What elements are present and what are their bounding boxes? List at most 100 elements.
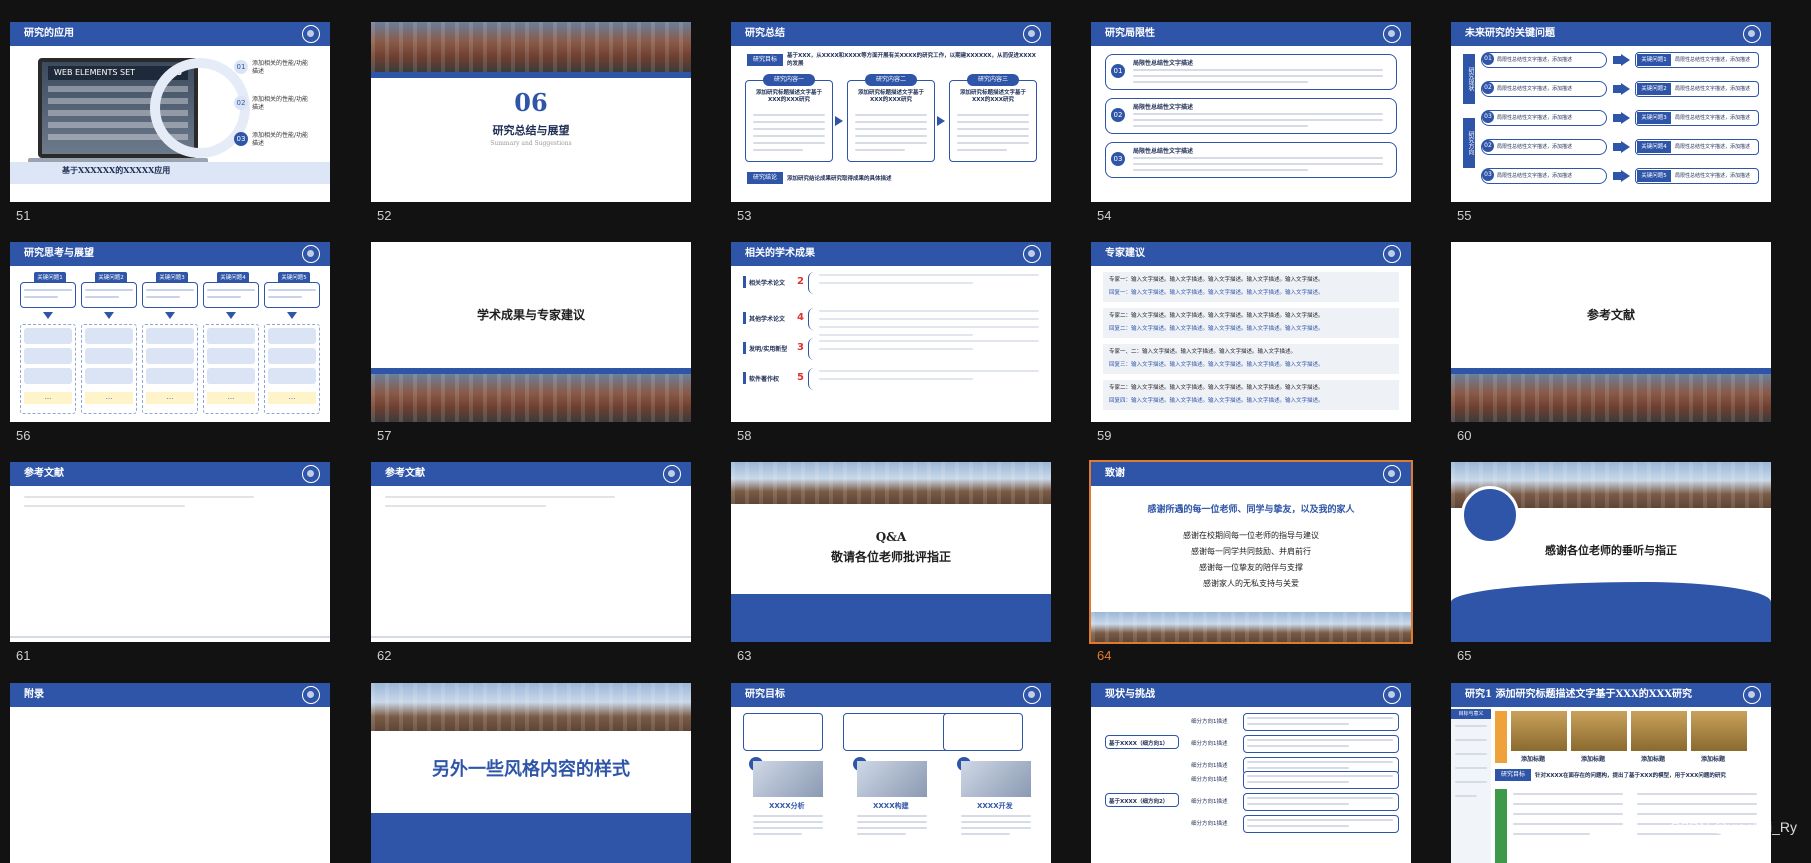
slide-title: 附录 (24, 689, 44, 700)
slide-thumbnail[interactable]: 研究思考与展望 关键问题1... 关键问题2... 关键问题3... 关键问题4... 关… (10, 242, 330, 443)
slide-thumbnail[interactable]: 感谢各位老师的垂听与指正 65 (1451, 462, 1771, 663)
slide-canvas: 专家建议 专家一：输入文字描述。输入文字描述。输入文字描述。输入文字描述。输入文字… (1091, 242, 1411, 422)
placeholder-text-line (1247, 825, 1350, 827)
slide-thumbnail[interactable]: 研究的应用 WEB ELEMENTS SET 16 基于XXXXXX的XXXXX应用 0… (10, 22, 330, 223)
side-nav-active[interactable]: 目标与意义 (1451, 709, 1491, 719)
placeholder-text-line (1513, 823, 1623, 825)
placeholder-text-line (1247, 761, 1393, 763)
slide-title: 研究的应用 (24, 28, 74, 39)
slide-thumbnail[interactable]: Q&A 敬请各位老师批评指正 63 (731, 462, 1051, 663)
slide-thumbnail[interactable]: 参考文献 61 (10, 462, 330, 663)
slide-text: 其他学术论文 (749, 316, 786, 323)
solution-item (85, 328, 133, 344)
slide-thumbnail[interactable]: 参考文献 60 (1451, 242, 1771, 443)
slide-text: 局限性总结性文字描述，添加描述 (1497, 144, 1573, 150)
slide-title-bar: 研究的应用 (10, 22, 330, 46)
slide-title-bar: 参考文献 (10, 462, 330, 486)
placeholder-text-line (146, 296, 180, 298)
solution-item (146, 328, 194, 344)
slide-thumbnail[interactable]: 参考文献 62 (371, 462, 691, 663)
goal-desc-card (743, 713, 823, 751)
slide-thumbnail[interactable]: 相关的学术成果 相关学术论文 2 其他学术论文 4 发明/实用新型 3 软件著作权 5 58 (731, 242, 1051, 443)
arrow-down-icon (104, 312, 114, 319)
slide-text: 添加相关的性能/功能描述 (252, 96, 309, 111)
slide-text: 专家一、二：输入文字描述。输入文字描述。输入文字描述。输入文字描述。 (1109, 349, 1297, 355)
solution-item (207, 368, 255, 384)
slide-canvas: 附录 (10, 683, 330, 863)
slide-canvas: 参考文献 (1451, 242, 1771, 422)
category-count: 3 (797, 342, 804, 353)
university-logo-icon (1743, 686, 1761, 704)
slide-thumbnail[interactable]: 致谢 感谢所遇的每一位老师、同学与挚友，以及我的家人 感谢在校期间每一位老师的指导与… (1089, 460, 1413, 663)
key-question-label: 关键问题2 (1637, 83, 1671, 95)
slide-text: 专家二：输入文字描述。输入文字描述。输入文字描述。输入文字描述。输入文字描述。 (1109, 385, 1324, 391)
placeholder-text-line (85, 289, 133, 291)
slide-text: 感谢在校期间每一位老师的指导与建议 (1183, 531, 1319, 540)
university-logo-icon (1383, 686, 1401, 704)
leaf-card (1243, 713, 1399, 731)
placeholder-text-line (1455, 725, 1487, 727)
slide-text: 局限性总结性文字描述，添加描述 (1497, 115, 1573, 121)
arrow-head (1621, 170, 1630, 182)
row-number: 03 (1482, 111, 1494, 123)
university-logo-icon (302, 465, 320, 483)
slide-thumbnail[interactable]: 另外一些风格内容的样式 (371, 683, 691, 863)
slide-thumbnail[interactable]: 06 研究总结与展望 Summary and Suggestions 52 (371, 22, 691, 223)
slide-thumbnail[interactable]: 未来研究的关键问题 研究现状 研究方向 01 局限性总结性文字描述，添加描述 关键问题1 局… (1451, 22, 1771, 223)
slide-title: 研究1 添加研究标题描述文字基于XXX的XXX研究 (1465, 689, 1692, 700)
slide-thumbnail[interactable]: 专家建议 专家一：输入文字描述。输入文字描述。输入文字描述。输入文字描述。输入文字… (1091, 242, 1411, 443)
slide-title-bar: 相关的学术成果 (731, 242, 1051, 266)
placeholder-text-line (1133, 163, 1383, 165)
brace (808, 272, 815, 294)
slide-thumbnail[interactable]: 研究局限性 01 局限性总结性文字描述 02 局限性总结性文字描述 03 局限性总结性文字描… (1091, 22, 1411, 223)
placeholder-text-line (1133, 81, 1308, 83)
placeholder-text-line (24, 289, 72, 291)
placeholder-text-line (1513, 833, 1590, 835)
placeholder-text-line (1637, 803, 1757, 805)
category-marker (743, 342, 746, 354)
slide-thumbnail[interactable]: 附录 (10, 683, 330, 863)
footer-line (10, 636, 330, 638)
slide-thumbnail[interactable]: 学术成果与专家建议 57 (371, 242, 691, 443)
leaf-card (1243, 771, 1399, 789)
slide-thumbnail[interactable]: 研究目标1XXXX分析2XXXX构建3XXXX开发 (731, 683, 1051, 863)
wheat-photo (1511, 711, 1567, 751)
slide-text: 软件著作权 (749, 376, 780, 383)
point-number: 02 (234, 96, 248, 110)
placeholder-text-line (819, 378, 973, 380)
slide-text: XXXX分析 (769, 802, 805, 810)
placeholder-text-line (961, 833, 1010, 835)
slide-thumbnail[interactable]: 现状与挑战 基于XXXX（细方向1） 细分方向1描述 细分方向1描述 细分方向1描述 基于… (1091, 683, 1411, 863)
blue-wave-footer (1451, 582, 1771, 642)
slide-thumbnail[interactable]: 研究1 添加研究标题描述文字基于XXX的XXX研究 目标与意义 添加标题 添加标题 添加… (1451, 683, 1771, 863)
solution-item (146, 348, 194, 364)
slide-text: 局限性总结性文字描述，添加描述 (1675, 86, 1751, 92)
slide-title: 研究目标 (745, 689, 785, 700)
placeholder-text-line (1247, 803, 1350, 805)
slide-text: 基于XXXX（细方向1） (1109, 741, 1169, 747)
leaf-card (1243, 793, 1399, 811)
key-question-label: 关键问题4 (1637, 141, 1671, 153)
footer-line (371, 636, 691, 638)
placeholder-text-line (753, 833, 802, 835)
placeholder-text-line (1247, 717, 1393, 719)
placeholder-text-line (753, 827, 823, 829)
conclusion-label: 研究结论 (747, 172, 783, 184)
arrow-head (1621, 83, 1630, 95)
category-marker (743, 372, 746, 384)
solution-item (146, 368, 194, 384)
slide-title: 参考文献 (24, 468, 64, 479)
slide-text: 局限性总结性文字描述，添加描述 (1497, 57, 1573, 63)
placeholder-text-line (819, 370, 1039, 372)
question-desc-card (81, 282, 137, 308)
more-indicator: ... (146, 392, 194, 404)
placeholder-text-line (1513, 813, 1623, 815)
slide-thumbnail[interactable]: 研究总结 研究目标 基于XXX，从XXXX和XXXX等方面开展有关XXXX的研究工作… (731, 22, 1051, 223)
placeholder-text-line (819, 348, 973, 350)
placeholder-text-line (1513, 803, 1623, 805)
slide-title-bar: 未来研究的关键问题 (1451, 22, 1771, 46)
placeholder-text-line (753, 815, 823, 817)
question-desc-card (20, 282, 76, 308)
slide-text: 回复三：输入文字描述。输入文字描述。输入文字描述。输入文字描述。输入文字描述。 (1109, 362, 1324, 368)
card-photo (857, 761, 927, 797)
